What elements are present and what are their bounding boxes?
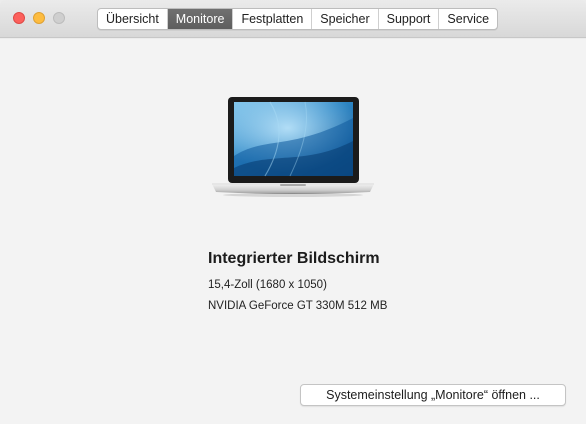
tab-bar: Übersicht Monitore Festplatten Speicher …	[97, 8, 499, 30]
macbook-pro-icon	[212, 97, 374, 197]
zoom-icon[interactable]	[53, 12, 65, 24]
system-info-window: Übersicht Monitore Festplatten Speicher …	[0, 0, 586, 424]
tab-support[interactable]: Support	[379, 9, 440, 29]
tab-memory[interactable]: Speicher	[312, 9, 379, 29]
tab-overview[interactable]: Übersicht	[98, 9, 168, 29]
display-name: Integrierter Bildschirm	[208, 250, 380, 267]
tab-service[interactable]: Service	[439, 9, 497, 29]
tab-storage[interactable]: Festplatten	[233, 9, 313, 29]
open-display-settings-button[interactable]: Systemeinstellung „Monitore“ öffnen ...	[300, 384, 566, 406]
title-bar: Übersicht Monitore Festplatten Speicher …	[0, 0, 586, 38]
tab-displays[interactable]: Monitore	[167, 9, 234, 29]
close-icon[interactable]	[13, 12, 25, 24]
display-gpu: NVIDIA GeForce GT 330M 512 MB	[208, 300, 388, 312]
minimize-icon[interactable]	[33, 12, 45, 24]
display-size: 15,4-Zoll (1680 x 1050)	[208, 279, 327, 291]
